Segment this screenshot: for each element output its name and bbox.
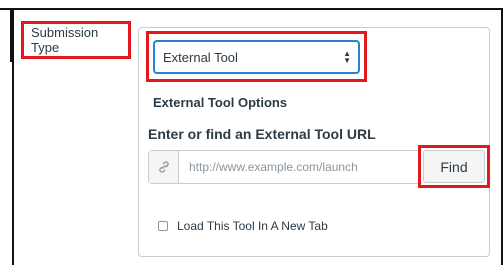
submission-type-select[interactable]: External Tool ▲ ▼ bbox=[153, 40, 360, 74]
new-tab-checkbox-label[interactable]: Load This Tool In A New Tab bbox=[177, 219, 328, 233]
external-tool-url-input[interactable] bbox=[179, 151, 419, 183]
link-icon bbox=[149, 151, 179, 183]
new-tab-checkbox[interactable] bbox=[158, 221, 168, 231]
up-down-arrows-icon: ▲ ▼ bbox=[343, 49, 351, 65]
external-tool-options-heading: External Tool Options bbox=[153, 95, 288, 110]
url-input-group bbox=[148, 150, 420, 184]
submission-type-selected-value: External Tool bbox=[163, 49, 238, 65]
find-button[interactable]: Find bbox=[423, 150, 485, 183]
new-tab-option: Load This Tool In A New Tab bbox=[158, 219, 328, 233]
submission-type-label-highlight: Submission Type bbox=[21, 21, 131, 59]
submission-type-label: Submission Type bbox=[31, 25, 99, 55]
external-tool-url-heading: Enter or find an External Tool URL bbox=[148, 126, 376, 142]
